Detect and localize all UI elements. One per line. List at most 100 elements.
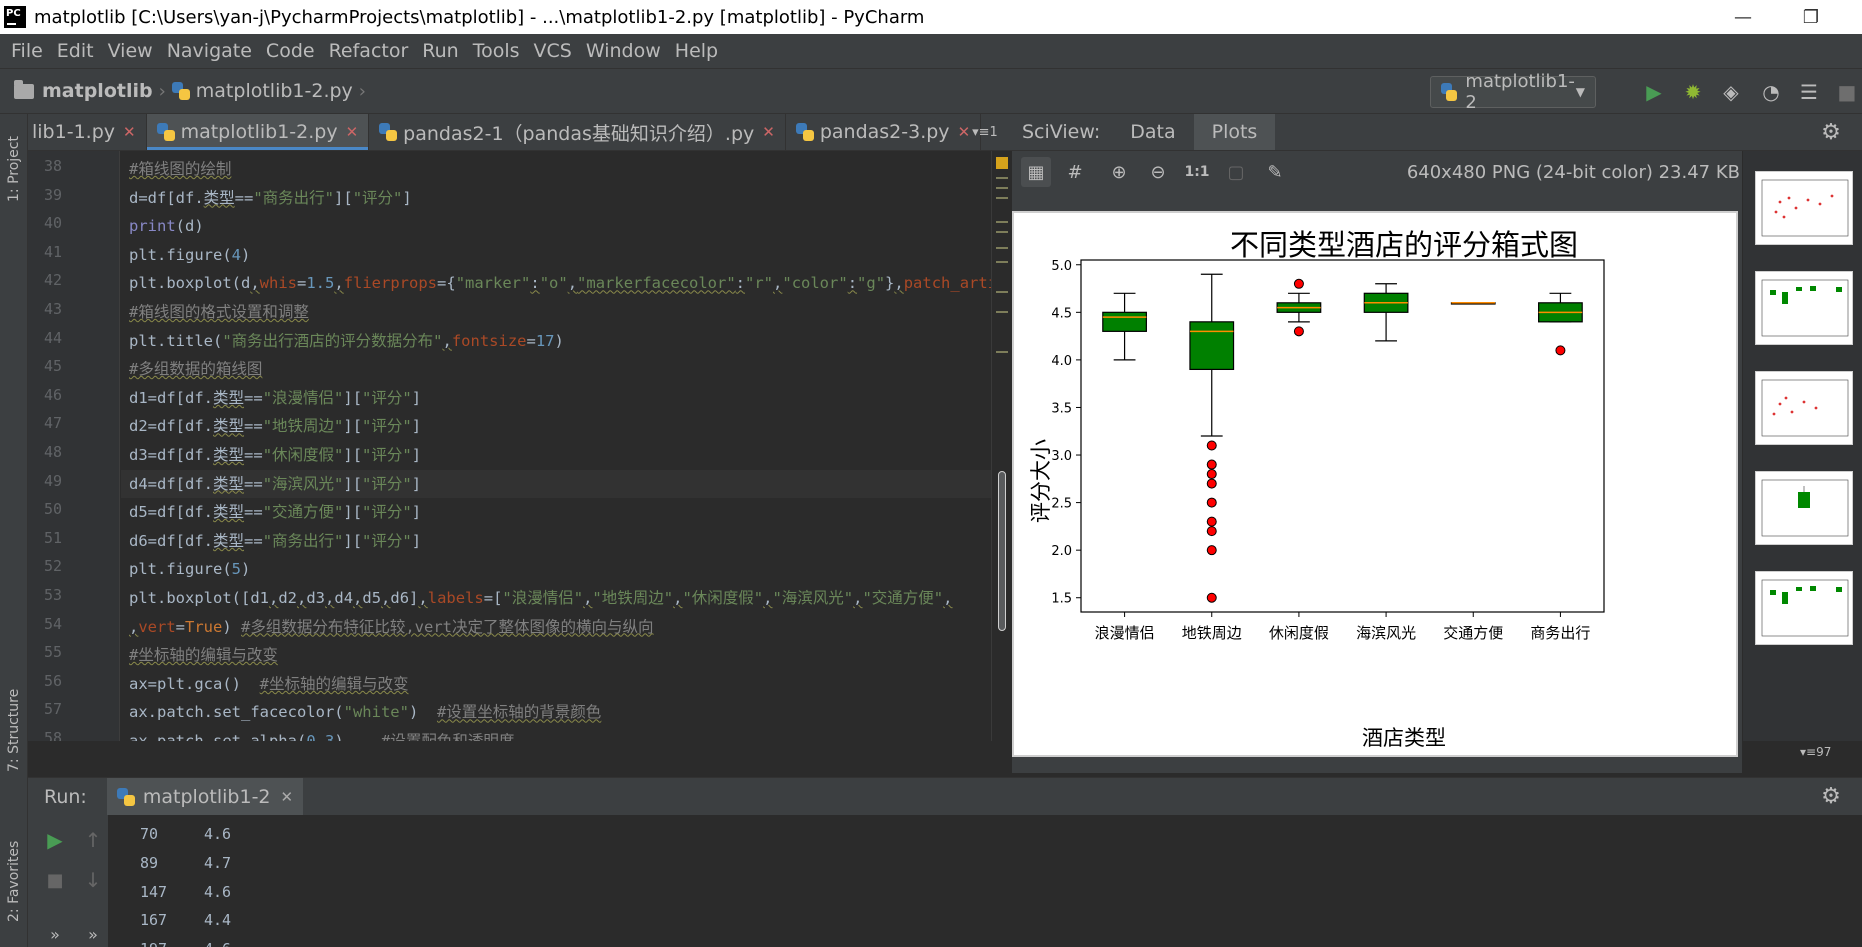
plot-thumbnail[interactable] — [1755, 471, 1853, 545]
gear-icon[interactable]: ⚙ — [1816, 781, 1846, 811]
run-tab[interactable]: matplotlib1-2 ✕ — [106, 777, 304, 816]
menu-window[interactable]: Window — [579, 40, 668, 62]
menu-navigate[interactable]: Navigate — [160, 40, 259, 62]
code-line[interactable]: d1=df[df.类型=="浪漫情侣"]["评分"] — [129, 384, 421, 413]
structure-tool-tab[interactable]: 7: Structure — [2, 670, 26, 790]
breadcrumb-separator: › — [158, 80, 166, 102]
more-actions-icon[interactable]: » — [40, 919, 70, 947]
run-icon[interactable]: ▶ — [1641, 79, 1667, 105]
gear-icon[interactable]: ⚙ — [1816, 117, 1846, 147]
folder-icon — [14, 79, 34, 99]
code-line[interactable]: d3=df[df.类型=="休闲度假"]["评分"] — [129, 441, 421, 470]
code-line[interactable]: #箱线图的绘制 — [129, 155, 231, 184]
tab-label: pandas2-3.py — [819, 121, 950, 143]
code-line[interactable]: d=df[df.类型=="商务出行"]["评分"] — [129, 184, 412, 213]
code-line[interactable]: print(d) — [129, 212, 204, 241]
breadcrumb-file[interactable]: matplotlib1-2.py — [171, 80, 353, 102]
code-line[interactable]: plt.title("商务出行酒店的评分数据分布",fontsize=17) — [129, 327, 564, 356]
tab-plots[interactable]: Plots — [1193, 114, 1276, 150]
color-picker-icon[interactable]: ✎ — [1260, 157, 1290, 187]
plot-thumbnail[interactable] — [1755, 371, 1853, 445]
plot-thumbnail[interactable] — [1755, 171, 1853, 245]
menu-run[interactable]: Run — [415, 40, 465, 62]
code-line[interactable]: ,vert=True) #多组数据分布特征比较,vert决定了整体图像的横向与纵… — [129, 613, 654, 642]
project-tool-tab[interactable]: 1: Project — [2, 122, 26, 216]
stripe-mark — [996, 231, 1008, 233]
code-line[interactable]: plt.boxplot([d1,d2,d3,d4,d5,d6],labels=[… — [129, 584, 952, 613]
tab-pandas2-1[interactable]: pandas2-1（pandas基础知识介绍）.py ✕ — [369, 114, 786, 150]
grid-icon[interactable]: # — [1060, 157, 1090, 187]
tab-matplotlib1-2[interactable]: matplotlib1-2.py ✕ — [146, 114, 370, 150]
y-tick-label: 3.5 — [1051, 401, 1072, 416]
code-line[interactable]: d2=df[df.类型=="地铁周边"]["评分"] — [129, 412, 421, 441]
y-tick-label: 5.0 — [1051, 259, 1072, 274]
favorites-tool-tab[interactable]: 2: Favorites — [2, 826, 26, 936]
warning-indicator-icon[interactable] — [996, 157, 1008, 169]
menu-code[interactable]: Code — [259, 40, 322, 62]
minimize-button[interactable]: — — [1718, 0, 1768, 34]
concurrency-diagram-icon[interactable]: ☰ — [1796, 79, 1822, 105]
stop-icon[interactable]: ■ — [40, 865, 70, 895]
plot-thumbnail[interactable] — [1755, 571, 1853, 645]
run-console-output[interactable]: 70 4.6 89 4.7 147 4.6 167 4.4 197 4.6 — [108, 815, 1862, 947]
single-boxplot-thumbnail-image — [1761, 479, 1849, 537]
code-line[interactable]: #箱线图的格式设置和调整 — [129, 298, 309, 327]
stop-icon[interactable]: ■ — [1834, 79, 1860, 105]
run-configuration-select[interactable]: matplotlib1-2 ▼ — [1430, 71, 1596, 113]
transparent-background-icon[interactable]: ▦ — [1021, 157, 1051, 187]
code-line[interactable]: ax.patch.set_alpha(0.3) #设置配色和透明度 — [129, 727, 514, 741]
code-line[interactable]: #多组数据的箱线图 — [129, 355, 262, 384]
menu-tools[interactable]: Tools — [466, 40, 527, 62]
code-line[interactable]: ax.patch.set_facecolor("white") #设置坐标轴的背… — [129, 698, 601, 727]
code-line[interactable]: plt.figure(4) — [129, 241, 250, 270]
x-tick-label: 商务出行 — [1530, 624, 1590, 642]
menu-refactor[interactable]: Refactor — [322, 40, 416, 62]
breadcrumb-project[interactable]: matplotlib — [14, 79, 153, 102]
menu-help[interactable]: Help — [668, 40, 725, 62]
menu-edit[interactable]: Edit — [50, 40, 101, 62]
thumbnail-count[interactable]: ▾≡97 — [1800, 745, 1831, 759]
menu-view[interactable]: View — [101, 40, 160, 62]
rerun-icon[interactable]: ▶ — [40, 825, 70, 855]
line-number: 52 — [43, 557, 62, 576]
plot-thumbnail[interactable] — [1755, 271, 1853, 345]
zoom-in-icon[interactable]: ⊕ — [1104, 157, 1134, 187]
profile-icon[interactable]: ◔ — [1758, 79, 1784, 105]
more-actions-icon[interactable]: » — [78, 919, 108, 947]
tab-pandas2-3[interactable]: pandas2-3.py ✕ — [786, 114, 982, 150]
actual-size-button[interactable]: 1:1 — [1182, 157, 1212, 187]
code-line[interactable]: ax=plt.gca() #坐标轴的编辑与改变 — [129, 670, 409, 699]
menu-file[interactable]: File — [4, 40, 50, 62]
code-line[interactable]: d6=df[df.类型=="商务出行"]["评分"] — [129, 527, 421, 556]
debug-icon[interactable]: ✹ — [1680, 79, 1706, 105]
python-file-icon — [379, 123, 398, 141]
editor-error-stripe[interactable] — [991, 151, 1010, 741]
fit-zoom-icon[interactable]: ▢ — [1221, 157, 1251, 187]
tabs-overflow-button[interactable]: ▾≡1 — [965, 114, 1005, 150]
chart-ylabel: 评分大小 — [1029, 439, 1053, 523]
code-line[interactable]: d5=df[df.类型=="交通方便"]["评分"] — [129, 498, 421, 527]
code-editor[interactable]: #箱线图的绘制 d=df[df.类型=="商务出行"]["评分"] print(d)… — [121, 151, 991, 741]
code-line[interactable]: d4=df[df.类型=="海滨风光"]["评分"] — [121, 469, 991, 499]
down-arrow-icon[interactable]: ↓ — [78, 865, 108, 895]
restore-button[interactable]: ❐ — [1786, 0, 1836, 34]
tab-data[interactable]: Data — [1112, 114, 1193, 150]
close-icon[interactable]: ✕ — [346, 123, 359, 141]
close-icon[interactable]: ✕ — [281, 788, 294, 806]
console-row-value: 4.4 — [204, 911, 232, 930]
editor-scrollbar-thumb[interactable] — [998, 471, 1006, 631]
plot-image[interactable]: 不同类型酒店的评分箱式图 酒店类型 评分大小 1.5 2.0 2.5 3.0 3.5 4.… — [1012, 211, 1738, 757]
menu-vcs[interactable]: VCS — [527, 40, 579, 62]
line-number: 47 — [43, 414, 62, 433]
code-line[interactable]: plt.boxplot(d,whis=1.5,flierprops={"mark… — [129, 269, 991, 298]
close-icon[interactable]: ✕ — [762, 123, 775, 141]
up-arrow-icon[interactable]: ↑ — [78, 825, 108, 855]
zoom-out-icon[interactable]: ⊖ — [1143, 157, 1173, 187]
code-line[interactable]: plt.figure(5) — [129, 555, 250, 584]
menu-bar: File Edit View Navigate Code Refactor Ru… — [0, 34, 1862, 68]
tab-lib1-1[interactable]: lib1-1.py ✕ — [28, 114, 147, 150]
run-with-coverage-icon[interactable]: ◈ — [1718, 79, 1744, 105]
stripe-mark — [996, 197, 1008, 199]
close-icon[interactable]: ✕ — [123, 123, 136, 141]
code-line[interactable]: #坐标轴的编辑与改变 — [129, 641, 278, 670]
